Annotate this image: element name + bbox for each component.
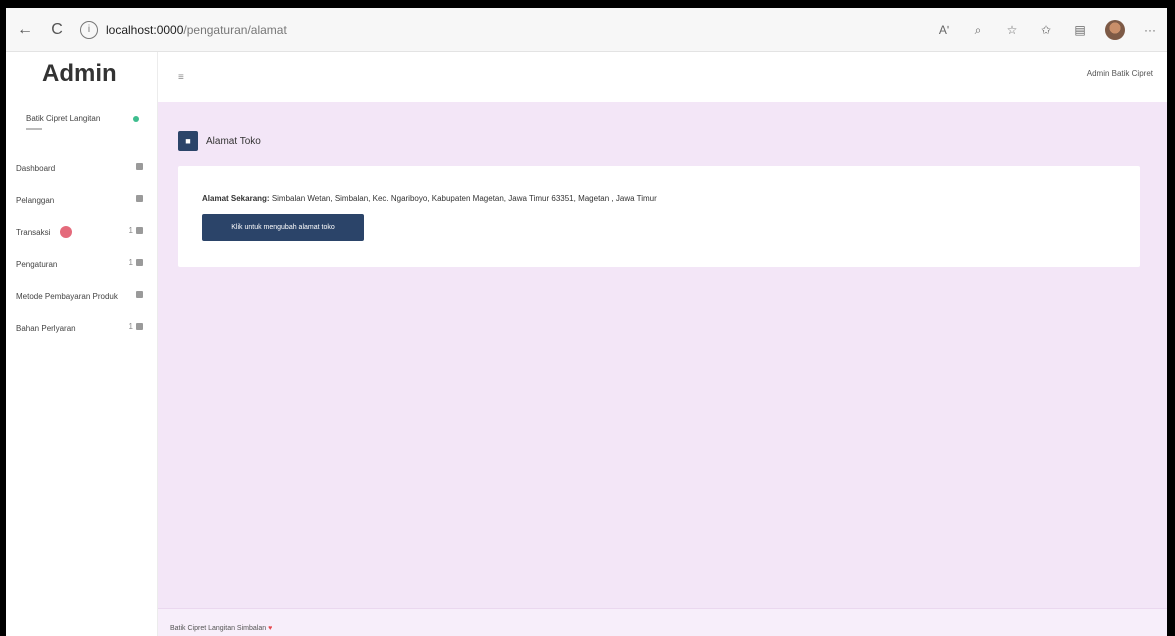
heart-icon: ♥ [268,625,273,632]
browser-actions: Aʹ ⌕ ☆ ✩ ▤ ··· [935,8,1159,52]
sidebar-item-label: Metode Pembayaran Produk [16,291,118,301]
item-count: 1 [128,322,133,331]
sidebar-item-metode-pembayaran[interactable]: Metode Pembayaran Produk [6,280,157,312]
online-status-icon [133,116,139,122]
info-icon[interactable]: i [80,20,98,39]
back-icon[interactable]: ← [12,17,38,43]
payment-icon [136,291,143,298]
material-icon [136,323,143,330]
users-icon [136,195,143,202]
address-value: Simbalan Wetan, Simbalan, Kec. Ngariboyo… [269,194,657,203]
cart-icon [136,227,143,234]
url-path: /pengaturan/alamat [183,22,287,37]
url-host: localhost:0000 [106,22,184,37]
sidebar-item-label: Pelanggan [16,195,55,205]
main-content: ■ Alamat Toko Alamat Sekarang: Simbalan … [158,102,1167,608]
settings-icon [136,259,143,266]
sidebar-item-label: Transaksi [16,227,51,237]
item-count: 1 [128,226,133,235]
notification-badge [60,226,73,238]
sidebar-item-pelanggan[interactable]: Pelanggan [6,184,157,216]
user-menu[interactable]: Admin Batik Cipret [1087,69,1153,78]
sidebar-item-transaksi[interactable]: Transaksi 1 [6,216,157,248]
sidebar-item-pengaturan[interactable]: Pengaturan 1 [6,248,157,280]
collections-icon[interactable]: ▤ [1071,23,1089,37]
sidebar-item-bahan[interactable]: Bahan Perlyaran 1 [6,312,157,344]
address-card: Alamat Sekarang: Simbalan Wetan, Simbala… [178,166,1140,267]
sidebar-item-label: Bahan Perlyaran [16,323,76,333]
read-aloud-icon[interactable]: Aʹ [935,23,953,37]
page-title: Alamat Toko [206,135,261,147]
browser-window: ← C i localhost:0000/pengaturan/alamat A… [6,8,1167,636]
top-header: ≡ Admin Batik Cipret [158,52,1167,102]
brand-title[interactable]: Admin [42,60,117,88]
favorites-icon[interactable]: ✩ [1037,23,1055,37]
sidebar-item-dashboard[interactable]: Dashboard [6,152,157,184]
footer-label: Batik Cipret Langitan Simbalan [170,625,267,632]
page-header: ■ Alamat Toko [178,131,261,151]
more-icon[interactable]: ··· [1141,23,1159,37]
star-icon[interactable]: ☆ [1003,23,1021,37]
browser-toolbar: ← C i localhost:0000/pengaturan/alamat A… [6,8,1167,52]
dashboard-icon [136,163,143,170]
footer: Batik Cipret Langitan Simbalan ♥ [158,608,1167,636]
item-count: 1 [128,258,133,267]
zoom-icon[interactable]: ⌕ [969,23,987,38]
profile-icon[interactable] [1105,20,1125,40]
sidebar-menu: Dashboard Pelanggan Transaksi 1 Pengatur… [6,152,157,344]
store-name: Batik Cipret Langitan [26,114,101,123]
current-address: Alamat Sekarang: Simbalan Wetan, Simbala… [202,194,657,203]
reload-icon[interactable]: C [44,17,70,43]
change-address-button[interactable]: Klik untuk mengubah alamat toko [202,214,364,241]
sidebar-item-label: Pengaturan [16,259,58,269]
address-label: Alamat Sekarang: [202,194,270,203]
menu-toggle-icon[interactable]: ≡ [178,72,184,83]
footer-text: Batik Cipret Langitan Simbalan ♥ [170,625,272,632]
store-status-line [26,128,42,130]
address-bar[interactable]: localhost:0000/pengaturan/alamat [106,23,287,37]
home-icon: ■ [178,131,198,151]
sidebar: Admin Batik Cipret Langitan Dashboard Pe… [6,52,158,636]
sidebar-item-label: Dashboard [16,163,56,173]
